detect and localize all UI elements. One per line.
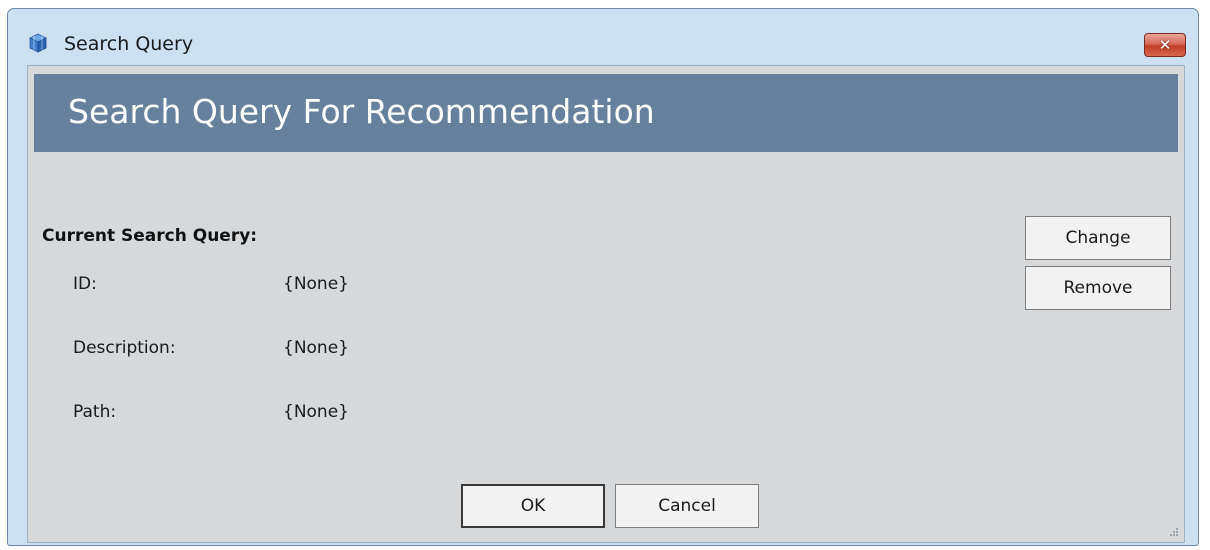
title-bar[interactable]: Search Query ✕ — [8, 9, 1198, 65]
path-value: {None} — [283, 402, 349, 422]
header-banner: Search Query For Recommendation — [34, 74, 1178, 152]
dialog-window: Search Query ✕ Search Query For Recommen… — [7, 8, 1199, 546]
change-button[interactable]: Change — [1025, 216, 1171, 260]
window-title: Search Query — [64, 33, 194, 55]
description-label: Description: — [73, 338, 176, 358]
remove-button[interactable]: Remove — [1025, 266, 1171, 310]
page-title: Search Query For Recommendation — [68, 92, 655, 131]
app-cube-icon — [29, 33, 47, 53]
dialog-client-area: Search Query For Recommendation Current … — [27, 65, 1185, 543]
close-button[interactable]: ✕ — [1144, 33, 1186, 57]
id-label: ID: — [73, 274, 97, 294]
ok-button[interactable]: OK — [461, 484, 605, 528]
cancel-button[interactable]: Cancel — [615, 484, 759, 528]
resize-grip-icon[interactable] — [1168, 526, 1178, 536]
description-value: {None} — [283, 338, 349, 358]
current-search-query-heading: Current Search Query: — [42, 226, 258, 246]
close-icon: ✕ — [1158, 36, 1172, 54]
path-label: Path: — [73, 402, 117, 422]
id-value: {None} — [283, 274, 349, 294]
